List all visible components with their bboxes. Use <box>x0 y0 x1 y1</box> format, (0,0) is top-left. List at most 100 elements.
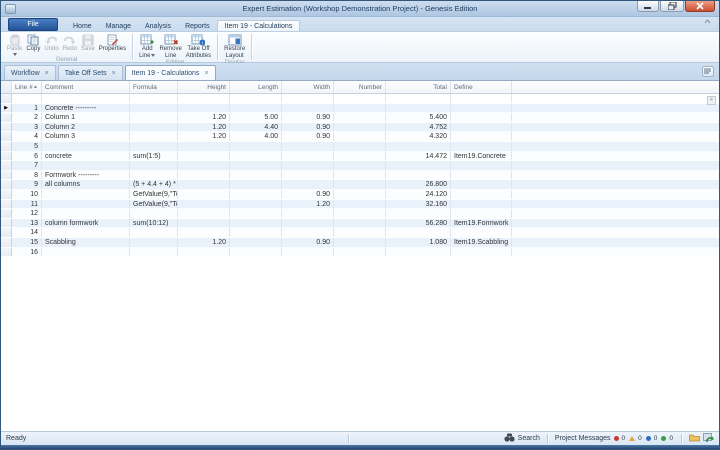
search-button[interactable]: Search <box>518 435 540 442</box>
cell-comment[interactable] <box>42 190 130 199</box>
cell-width[interactable] <box>282 152 334 161</box>
table-row[interactable]: 12 <box>1 209 719 219</box>
cell-number[interactable] <box>334 123 386 132</box>
cell-line-number[interactable]: 3 <box>12 123 42 132</box>
row-selector[interactable] <box>1 228 12 237</box>
column-header-length[interactable]: Length <box>230 81 282 93</box>
cell-width[interactable] <box>282 142 334 151</box>
column-header-define[interactable]: Define <box>451 81 512 93</box>
row-selector[interactable] <box>1 161 12 170</box>
cell-define[interactable] <box>451 180 512 189</box>
column-header-total[interactable]: Total <box>386 81 451 93</box>
cell-number[interactable] <box>334 142 386 151</box>
cell-total[interactable] <box>386 104 451 113</box>
ribbon-collapse-icon[interactable] <box>704 11 711 29</box>
row-selector[interactable] <box>1 238 12 247</box>
cell-formula[interactable] <box>130 94 178 103</box>
table-row[interactable]: 5 <box>1 142 719 152</box>
cell-formula[interactable]: GetValue(9,"Total") <box>130 200 178 209</box>
cell-width[interactable] <box>282 161 334 170</box>
cell-define[interactable] <box>451 248 512 257</box>
table-row[interactable]: 4 Column 3 1.20 4.00 0.90 4.320 <box>1 132 719 142</box>
cell-define[interactable]: Item19.Formwork <box>451 219 512 228</box>
table-row[interactable]: 15 Scabbling 1.20 0.90 1.080 Item19.Scab… <box>1 238 719 248</box>
doc-tab-workflow[interactable]: Workflow × <box>4 65 56 80</box>
cell-line-number[interactable]: 10 <box>12 190 42 199</box>
cell-width[interactable]: 1.20 <box>282 200 334 209</box>
column-header-comment[interactable]: Comment <box>42 81 130 93</box>
cell-line-number[interactable]: 13 <box>12 219 42 228</box>
cell-number[interactable] <box>334 200 386 209</box>
cell-define[interactable] <box>451 209 512 218</box>
row-selector[interactable] <box>1 190 12 199</box>
cell-width[interactable] <box>282 104 334 113</box>
table-row[interactable]: 3 Column 2 1.20 4.40 0.90 4.752 <box>1 123 719 133</box>
cell-formula[interactable] <box>130 248 178 257</box>
cell-comment[interactable] <box>42 200 130 209</box>
cell-width[interactable] <box>282 94 334 103</box>
cell-define[interactable] <box>451 200 512 209</box>
cell-formula[interactable] <box>130 238 178 247</box>
cell-total[interactable] <box>386 94 451 103</box>
cell-formula[interactable]: (5 + 4.4 + 4) * 2 <box>130 180 178 189</box>
cell-formula[interactable] <box>130 113 178 122</box>
cell-comment[interactable]: concrete <box>42 152 130 161</box>
cell-define[interactable] <box>451 142 512 151</box>
cell-width[interactable] <box>282 219 334 228</box>
cell-number[interactable] <box>334 209 386 218</box>
cell-define[interactable] <box>451 161 512 170</box>
undo-button[interactable]: Undo <box>42 33 60 54</box>
cell-comment[interactable]: column formwork <box>42 219 130 228</box>
cell-length[interactable] <box>230 219 282 228</box>
cell-define[interactable] <box>451 171 512 180</box>
cell-define[interactable] <box>451 94 512 103</box>
sync-icon[interactable] <box>703 433 714 445</box>
table-row[interactable]: 9 all columns (5 + 4.4 + 4) * 2 26.800 <box>1 180 719 190</box>
tab-list-button[interactable] <box>702 66 714 77</box>
cell-height[interactable] <box>178 190 230 199</box>
cell-height[interactable] <box>178 200 230 209</box>
table-row[interactable]: 6 concrete sum(1:5) 14.472 Item19.Concre… <box>1 152 719 162</box>
cell-formula[interactable] <box>130 228 178 237</box>
cell-height[interactable] <box>178 142 230 151</box>
save-button[interactable]: Save <box>79 33 97 54</box>
cell-line-number[interactable]: 15 <box>12 238 42 247</box>
row-selector[interactable] <box>1 219 12 228</box>
grid-corner-cell[interactable] <box>1 81 12 93</box>
cell-line-number[interactable]: 9 <box>12 180 42 189</box>
table-row[interactable]: 8 Formwork --------- <box>1 171 719 181</box>
cell-comment[interactable]: Column 1 <box>42 113 130 122</box>
cell-line-number[interactable]: 4 <box>12 132 42 141</box>
cell-total[interactable] <box>386 171 451 180</box>
cell-width[interactable]: 0.90 <box>282 190 334 199</box>
cell-length[interactable]: 4.40 <box>230 123 282 132</box>
table-row[interactable]: 11 GetValue(9,"Total") 1.20 32.160 <box>1 200 719 210</box>
cell-line-number[interactable]: 2 <box>12 113 42 122</box>
cell-length[interactable]: 4.00 <box>230 132 282 141</box>
cell-width[interactable] <box>282 171 334 180</box>
tab-analysis[interactable]: Analysis <box>138 21 178 31</box>
cell-total[interactable]: 14.472 <box>386 152 451 161</box>
cell-width[interactable]: 0.90 <box>282 238 334 247</box>
close-tab-icon[interactable]: × <box>112 70 116 77</box>
row-selector[interactable] <box>1 113 12 122</box>
cell-formula[interactable] <box>130 132 178 141</box>
cell-define[interactable] <box>451 228 512 237</box>
cell-comment[interactable] <box>42 161 130 170</box>
cell-number[interactable] <box>334 161 386 170</box>
cell-height[interactable] <box>178 161 230 170</box>
cell-total[interactable]: 26.800 <box>386 180 451 189</box>
table-row[interactable]: 13 column formwork sum(10:12) 56.280 Ite… <box>1 219 719 229</box>
cell-define[interactable] <box>451 123 512 132</box>
cell-line-number[interactable] <box>12 94 42 103</box>
cell-number[interactable] <box>334 248 386 257</box>
cell-height[interactable] <box>178 152 230 161</box>
cell-number[interactable] <box>334 238 386 247</box>
cell-total[interactable]: 5.400 <box>386 113 451 122</box>
cell-length[interactable] <box>230 152 282 161</box>
cell-line-number[interactable]: 11 <box>12 200 42 209</box>
cell-formula[interactable]: sum(1:5) <box>130 152 178 161</box>
cell-number[interactable] <box>334 94 386 103</box>
cell-line-number[interactable]: 7 <box>12 161 42 170</box>
column-header-formula[interactable]: Formula <box>130 81 178 93</box>
